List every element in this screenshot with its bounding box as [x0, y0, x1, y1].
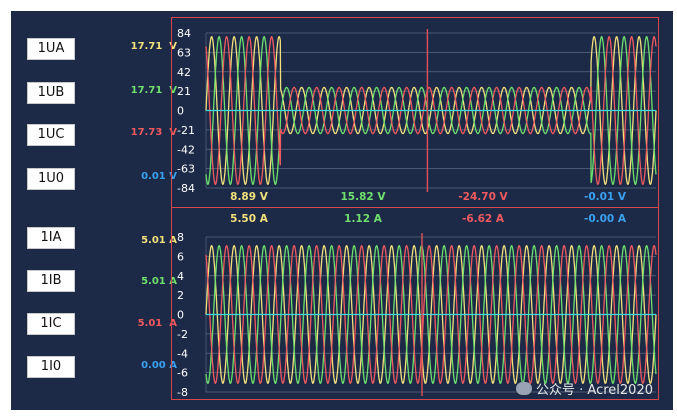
- y-tick-label: -42: [177, 143, 195, 156]
- y-tick-label: -63: [177, 163, 195, 176]
- y-tick-label: -6: [177, 367, 188, 380]
- channel-value-1i0: 0.00 A: [141, 360, 177, 371]
- channel-value-1u0: 0.01 V: [141, 171, 177, 182]
- channel-box-1ua[interactable]: 1UA: [27, 38, 75, 60]
- channel-value-1ic: 5.01 A: [137, 318, 177, 329]
- channel-box-1u0[interactable]: 1U0: [27, 168, 75, 190]
- y-tick-label: -8: [177, 386, 188, 398]
- y-tick-label: -2: [177, 328, 188, 341]
- voltage-chart-panel: 84 63 42 21 0 -21 -42 -63 -84 8.89 V 15.82 V -24.70…: [171, 17, 659, 208]
- cursor-current-readout: 1.12 A: [344, 213, 383, 225]
- y-tick-label: 4: [177, 270, 184, 283]
- channel-box-1ib[interactable]: 1IB: [27, 270, 75, 292]
- y-tick-label: 0: [177, 309, 184, 322]
- y-tick-label: 8: [177, 231, 184, 244]
- voltage-waveform-chart[interactable]: 84 63 42 21 0 -21 -42 -63 -84 8.89 V 15.82 V -24.70…: [172, 18, 657, 206]
- y-tick-label: 21: [177, 85, 191, 98]
- channel-value-1ia: 5.01 A: [141, 235, 177, 246]
- cursor-current-readout: 5.50 A: [230, 213, 269, 225]
- watermark-text: 公众号 · Acrel2020: [536, 383, 653, 398]
- channel-box-1ub[interactable]: 1UB: [27, 82, 75, 104]
- y-tick-label: 84: [177, 27, 191, 40]
- y-tick-label: -21: [177, 124, 195, 137]
- current-waveform-chart[interactable]: 8 6 4 2 0 -2 -4 -6 -8 5.50 A 1.12 A -6.62 A -0.00 A: [172, 208, 657, 398]
- cursor-current-readout: -0.00 A: [584, 213, 627, 225]
- oscilloscope-screen: 1UA 1UB 1UC 1U0 17.71 V 17.71 V 17.73 V …: [11, 11, 673, 410]
- wechat-icon: [516, 382, 533, 395]
- channel-value-1ub: 17.71 V: [130, 85, 177, 96]
- y-tick-label: 6: [177, 250, 184, 263]
- cursor-voltage-readout: -24.70 V: [458, 191, 508, 203]
- current-chart-panel: 8 6 4 2 0 -2 -4 -6 -8 5.50 A 1.12 A -6.62 A -0.00 A: [171, 207, 659, 400]
- y-tick-label: 2: [177, 289, 184, 302]
- y-tick-label: 42: [177, 66, 191, 79]
- channel-box-1ia[interactable]: 1IA: [27, 227, 75, 249]
- cursor-voltage-readout: 8.89 V: [230, 191, 269, 203]
- channel-box-1i0[interactable]: 1I0: [27, 356, 75, 378]
- y-tick-label: 0: [177, 105, 184, 118]
- cursor-current-readout: -6.62 A: [462, 213, 505, 225]
- watermark: 公众号 · Acrel2020: [516, 379, 653, 398]
- channel-value-1uc: 17.73 V: [130, 127, 177, 138]
- channel-box-1ic[interactable]: 1IC: [27, 313, 75, 335]
- channel-value-1ib: 5.01 A: [141, 276, 177, 287]
- cursor-voltage-readout: -0.01 V: [584, 191, 627, 203]
- cursor-voltage-readout: 15.82 V: [341, 191, 387, 203]
- y-tick-label: 63: [177, 46, 191, 59]
- y-tick-label: -4: [177, 347, 188, 360]
- channel-value-1ua: 17.71 V: [130, 41, 177, 52]
- y-tick-label: -84: [177, 182, 195, 195]
- channel-box-1uc[interactable]: 1UC: [27, 124, 75, 146]
